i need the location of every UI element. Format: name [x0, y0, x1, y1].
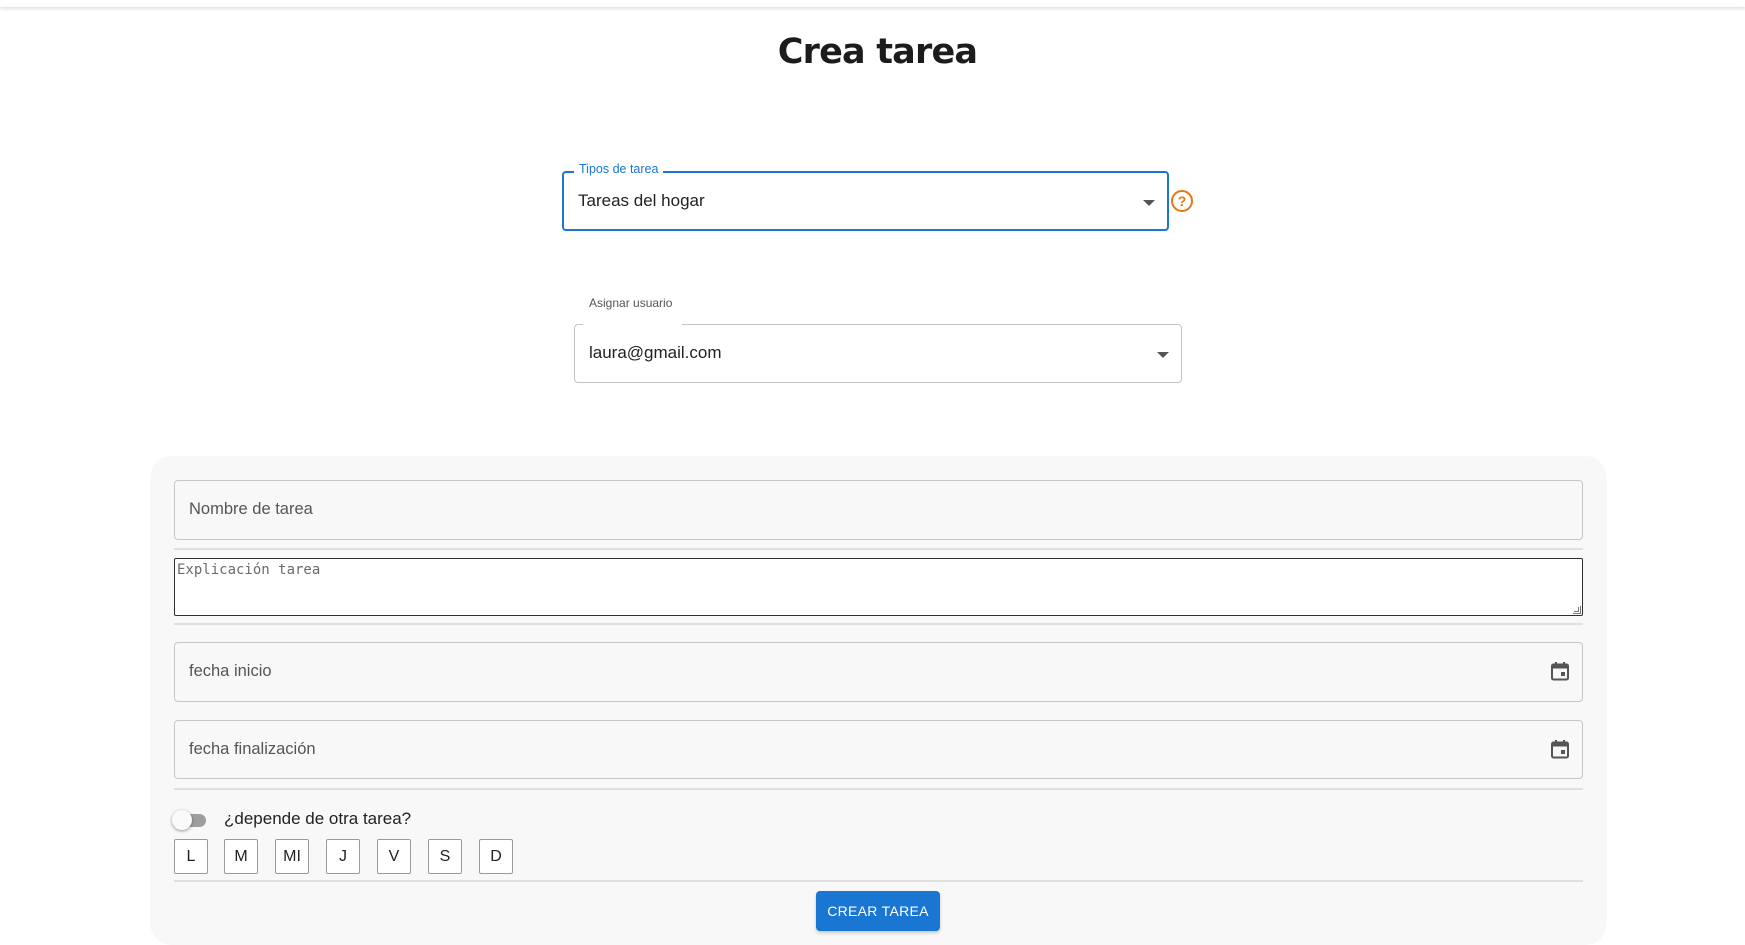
- depends-label: ¿depende de otra tarea?: [224, 809, 412, 828]
- day-button-mi[interactable]: MI: [275, 839, 309, 874]
- page-title: Crea tarea: [777, 32, 978, 72]
- assign-user-value: laura@gmail.com: [589, 343, 722, 362]
- depends-toggle[interactable]: [172, 810, 208, 830]
- top-app-bar: [0, 0, 1745, 7]
- day-button-v[interactable]: V: [377, 839, 411, 874]
- question-circle-icon[interactable]: ?: [1171, 190, 1193, 212]
- divider: [174, 788, 1583, 790]
- create-task-button[interactable]: CREAR TAREA: [816, 891, 940, 931]
- assign-user-label: Asignar usuario: [589, 296, 673, 310]
- label-notch: [583, 323, 682, 327]
- end-date-placeholder: fecha finalización: [189, 740, 316, 758]
- chevron-down-icon: [1157, 352, 1169, 358]
- divider: [174, 623, 1583, 625]
- divider: [174, 880, 1583, 882]
- calendar-icon[interactable]: [1550, 661, 1570, 681]
- task-name-input[interactable]: Nombre de tarea: [174, 480, 1583, 540]
- task-type-label: Tipos de tarea: [574, 162, 664, 176]
- toggle-thumb: [172, 810, 192, 830]
- start-date-placeholder: fecha inicio: [189, 662, 272, 680]
- day-button-j[interactable]: J: [326, 839, 360, 874]
- day-button-d[interactable]: D: [479, 839, 513, 874]
- task-description-placeholder: Explicación tarea: [177, 562, 321, 578]
- end-date-input[interactable]: fecha finalización: [174, 720, 1583, 779]
- task-type-select[interactable]: Tipos de tarea Tareas del hogar: [562, 162, 1169, 231]
- chevron-down-icon: [1143, 200, 1155, 206]
- task-type-value: Tareas del hogar: [578, 191, 705, 210]
- divider: [174, 548, 1583, 550]
- task-description-textarea[interactable]: Explicación tarea: [174, 558, 1583, 616]
- task-form-card: Nombre de tarea Explicación tarea fecha …: [150, 456, 1607, 945]
- day-button-s[interactable]: S: [428, 839, 462, 874]
- calendar-icon[interactable]: [1550, 739, 1570, 759]
- day-button-m[interactable]: M: [224, 839, 258, 874]
- assign-user-select[interactable]: laura@gmail.com: [574, 323, 1182, 383]
- resize-handle-icon[interactable]: [1573, 606, 1581, 614]
- day-button-l[interactable]: L: [174, 839, 208, 874]
- task-name-placeholder: Nombre de tarea: [189, 500, 313, 518]
- start-date-input[interactable]: fecha inicio: [174, 642, 1583, 702]
